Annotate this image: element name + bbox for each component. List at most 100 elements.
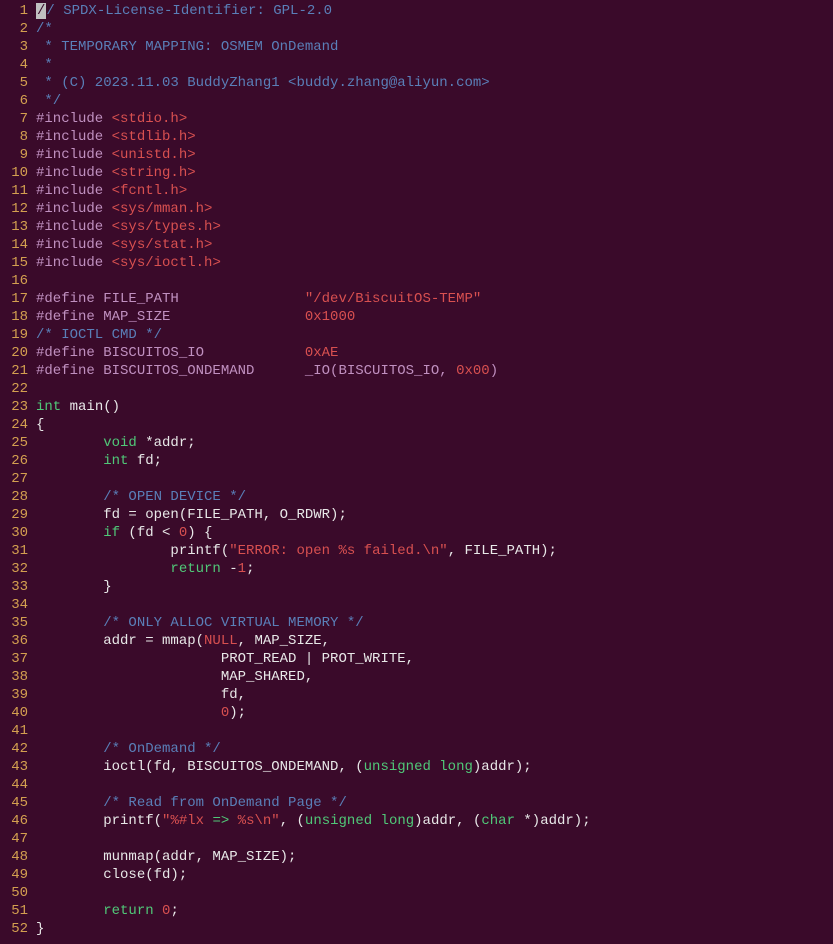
code-line: #include <stdlib.h> [36, 128, 833, 146]
token: * (C) 2023.11.03 BuddyZhang1 <buddy.zhan… [36, 75, 490, 91]
code-line: #include <string.h> [36, 164, 833, 182]
token: /* [36, 21, 53, 37]
token: \n [254, 813, 271, 829]
code-line: int main() [36, 398, 833, 416]
line-number: 5 [0, 74, 28, 92]
token: * TEMPORARY MAPPING: OSMEM OnDemand [36, 39, 338, 55]
token: %s [338, 543, 355, 559]
line-number: 31 [0, 542, 28, 560]
token [372, 813, 380, 829]
code-line: /* IOCTL CMD */ [36, 326, 833, 344]
line-number: 28 [0, 488, 28, 506]
token: #define FILE_PATH [36, 291, 305, 307]
code-line: if (fd < 0) { [36, 524, 833, 542]
token: - [221, 561, 238, 577]
code-line: int fd; [36, 452, 833, 470]
code-line: #include <stdio.h> [36, 110, 833, 128]
token: <sys/types.h> [112, 219, 221, 235]
code-area[interactable]: // SPDX-License-Identifier: GPL-2.0/* * … [36, 2, 833, 938]
token: ; [170, 903, 178, 919]
line-number: 23 [0, 398, 28, 416]
token: printf( [36, 813, 162, 829]
token: #include [36, 111, 112, 127]
token: #include [36, 201, 112, 217]
token: close(fd); [36, 867, 187, 883]
token: /* Read from OnDemand Page */ [103, 795, 347, 811]
token: 1 [238, 561, 246, 577]
token [36, 615, 103, 631]
line-number: 10 [0, 164, 28, 182]
token: , MAP_SIZE, [238, 633, 330, 649]
token [36, 435, 103, 451]
line-number: 52 [0, 920, 28, 938]
token: MAP_SHARED, [36, 669, 313, 685]
code-line: #include <unistd.h> [36, 146, 833, 164]
code-line [36, 830, 833, 848]
code-line: #define BISCUITOS_ONDEMAND _IO(BISCUITOS… [36, 362, 833, 380]
line-number: 34 [0, 596, 28, 614]
token: PROT_READ | PROT_WRITE, [36, 651, 414, 667]
token: )addr); [473, 759, 532, 775]
token: long [381, 813, 415, 829]
code-line: { [36, 416, 833, 434]
code-line [36, 596, 833, 614]
token: int [103, 453, 128, 469]
code-line: #include <sys/types.h> [36, 218, 833, 236]
token: %#lx [170, 813, 204, 829]
token: { [36, 417, 44, 433]
line-number: 1 [0, 2, 28, 20]
token: failed. [355, 543, 422, 559]
code-line: #define FILE_PATH "/dev/BiscuitOS-TEMP" [36, 290, 833, 308]
line-number: 12 [0, 200, 28, 218]
code-line: /* OnDemand */ [36, 740, 833, 758]
token: *)addr); [515, 813, 591, 829]
code-line: close(fd); [36, 866, 833, 884]
token: #define BISCUITOS_IO [36, 345, 305, 361]
line-number: 48 [0, 848, 28, 866]
token [36, 903, 103, 919]
line-number: 20 [0, 344, 28, 362]
line-number: 22 [0, 380, 28, 398]
token: <unistd.h> [112, 147, 196, 163]
token: <sys/mman.h> [112, 201, 213, 217]
code-line: PROT_READ | PROT_WRITE, [36, 650, 833, 668]
line-number: 33 [0, 578, 28, 596]
line-number: 45 [0, 794, 28, 812]
token: <stdio.h> [112, 111, 188, 127]
token: #include [36, 237, 112, 253]
token: #define BISCUITOS_ONDEMAND _IO(BISCUITOS… [36, 363, 456, 379]
token: /* IOCTL CMD */ [36, 327, 162, 343]
line-number: 19 [0, 326, 28, 344]
token: 0x1000 [305, 309, 355, 325]
code-line: 0); [36, 704, 833, 722]
code-line: addr = mmap(NULL, MAP_SIZE, [36, 632, 833, 650]
token: } [36, 921, 44, 937]
line-number: 50 [0, 884, 28, 902]
code-line: void *addr; [36, 434, 833, 452]
line-number: 25 [0, 434, 28, 452]
code-line [36, 380, 833, 398]
line-number: 39 [0, 686, 28, 704]
token [154, 903, 162, 919]
token: *addr; [137, 435, 196, 451]
token: munmap(addr, MAP_SIZE); [36, 849, 296, 865]
line-number: 8 [0, 128, 28, 146]
code-line: #include <sys/ioctl.h> [36, 254, 833, 272]
token: <string.h> [112, 165, 196, 181]
code-line: #define BISCUITOS_IO 0xAE [36, 344, 833, 362]
token: return [170, 561, 220, 577]
code-line [36, 722, 833, 740]
code-line: munmap(addr, MAP_SIZE); [36, 848, 833, 866]
line-number: 7 [0, 110, 28, 128]
code-line: #include <sys/mman.h> [36, 200, 833, 218]
line-number: 46 [0, 812, 28, 830]
token: => [212, 813, 229, 829]
token: #include [36, 255, 112, 271]
code-line: /* OPEN DEVICE */ [36, 488, 833, 506]
code-line: printf("%#lx => %s\n", (unsigned long)ad… [36, 812, 833, 830]
line-number: 4 [0, 56, 28, 74]
token: <fcntl.h> [112, 183, 188, 199]
token: ; [246, 561, 254, 577]
code-line: /* Read from OnDemand Page */ [36, 794, 833, 812]
token: /* OPEN DEVICE */ [103, 489, 246, 505]
